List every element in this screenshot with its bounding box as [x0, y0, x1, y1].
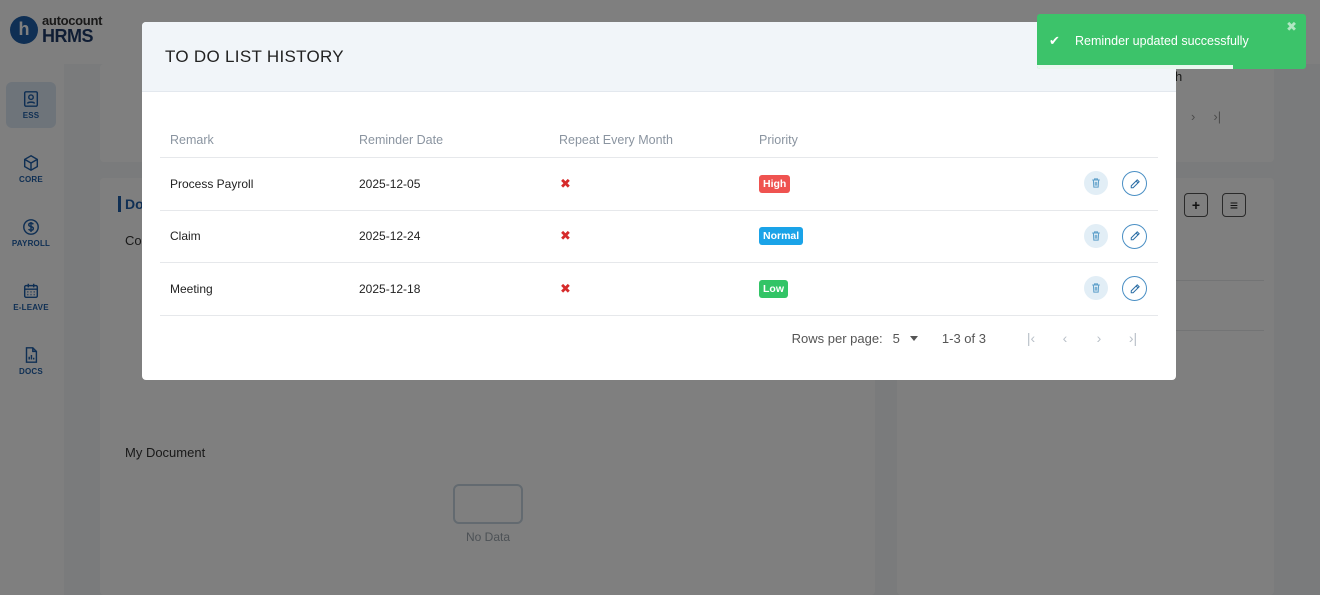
cross-icon: ✖ — [560, 228, 571, 244]
rows-per-page-label: Rows per page: — [791, 330, 883, 346]
edit-button[interactable] — [1122, 223, 1147, 249]
first-page-icon[interactable]: |‹ — [1014, 330, 1048, 346]
edit-button[interactable] — [1122, 276, 1147, 302]
todo-history-dialog: TO DO LIST HISTORY Remark Reminder Date … — [142, 22, 1176, 380]
delete-button[interactable] — [1084, 276, 1108, 301]
pencil-icon — [1130, 283, 1140, 294]
edit-button[interactable] — [1122, 171, 1147, 197]
todo-table: Remark Reminder Date Repeat Every Month … — [160, 122, 1158, 316]
pencil-icon — [1130, 231, 1140, 241]
cross-icon: ✖ — [560, 280, 571, 296]
reminder-date-cell: 2025-12-05 — [359, 176, 421, 191]
previous-page-icon[interactable]: ‹ — [1048, 330, 1082, 346]
priority-badge: Low — [759, 279, 788, 298]
pagination-range: 1-3 of 3 — [941, 330, 986, 346]
trash-icon — [1092, 283, 1100, 293]
reminder-date-cell: 2025-12-24 — [359, 229, 421, 244]
table-row: Meeting 2025-12-18 ✖ Low — [160, 263, 1158, 316]
toast-message: Reminder updated successfully — [1075, 34, 1249, 48]
table-row: Process Payroll 2025-12-05 ✖ High — [160, 158, 1158, 211]
column-header-repeat[interactable]: Repeat Every Month — [559, 133, 759, 147]
table-header-row: Remark Reminder Date Repeat Every Month … — [160, 122, 1158, 158]
trash-icon — [1092, 178, 1100, 188]
dialog-header: TO DO LIST HISTORY — [142, 22, 1176, 92]
delete-button[interactable] — [1084, 171, 1108, 196]
column-header-priority[interactable]: Priority — [759, 133, 959, 147]
dialog-title: TO DO LIST HISTORY — [165, 46, 344, 66]
priority-badge: High — [759, 174, 791, 193]
pagination: Rows per page: 5 1-3 of 3 |‹ ‹ › ›| — [142, 326, 1176, 350]
trash-icon — [1092, 231, 1100, 241]
delete-button[interactable] — [1084, 223, 1108, 248]
close-icon[interactable]: ✖ — [1286, 19, 1297, 35]
rows-per-page-select[interactable]: 5 — [893, 331, 918, 346]
check-icon: ✔ — [1049, 33, 1060, 48]
success-toast: ✔ Reminder updated successfully ✖ — [1037, 14, 1306, 69]
rows-per-page-value: 5 — [892, 330, 900, 346]
remark-cell: Meeting — [170, 281, 213, 296]
priority-badge: Normal — [759, 227, 804, 246]
next-page-icon[interactable]: › — [1082, 330, 1116, 346]
toast-progress-bar — [1037, 65, 1234, 69]
reminder-date-cell: 2025-12-18 — [359, 281, 421, 296]
column-header-reminder-date[interactable]: Reminder Date — [359, 133, 559, 147]
table-row: Claim 2025-12-24 ✖ Normal — [160, 211, 1158, 263]
chevron-down-icon — [909, 335, 918, 341]
pencil-icon — [1130, 178, 1140, 189]
last-page-icon[interactable]: ›| — [1116, 330, 1150, 346]
column-header-remark[interactable]: Remark — [160, 133, 359, 147]
cross-icon: ✖ — [560, 175, 571, 191]
remark-cell: Claim — [170, 229, 201, 244]
remark-cell: Process Payroll — [170, 176, 254, 191]
